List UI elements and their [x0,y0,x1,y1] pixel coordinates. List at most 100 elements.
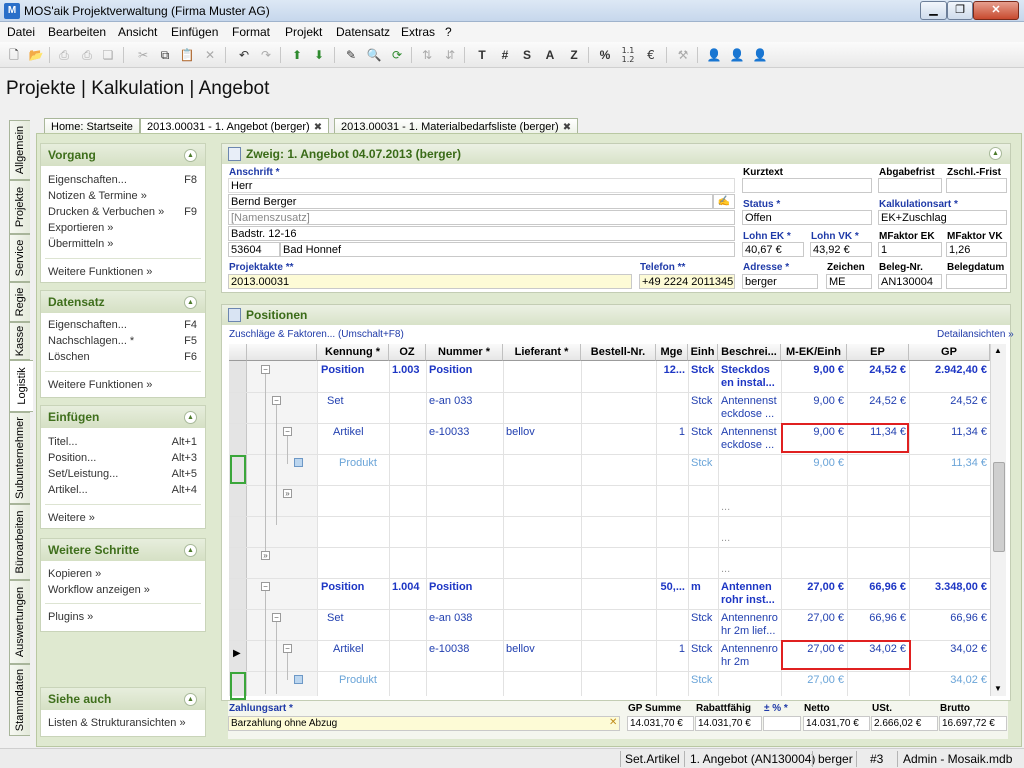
cell-einh[interactable]: m [688,581,718,593]
tree-collapse-icon[interactable]: − [272,396,281,405]
paste-icon[interactable]: 📋 [178,46,196,64]
cell-gp[interactable]: 2.942,40 € [909,364,990,376]
cell-lieferant[interactable]: bellov [503,426,581,438]
cell-gp[interactable]: 24,52 € [909,395,990,407]
collapse-icon[interactable]: ▲ [184,411,197,424]
cell-mek[interactable]: 27,00 € [781,674,847,686]
cell-beschreibung[interactable]: Antennen rohr inst... [718,581,781,607]
cell-mek[interactable]: 9,00 € [781,457,847,469]
menu-item[interactable]: Notizen & Termine » [48,190,197,202]
menu-item[interactable]: Nachschlagen... * F5 [48,335,197,347]
cell-ep[interactable]: 24,52 € [847,395,909,407]
tree-expand-icon[interactable]: » [283,489,292,498]
find-icon[interactable]: 🔍 [365,46,383,64]
plz-field[interactable]: 53604 [228,242,280,257]
vtab-projekte[interactable]: Projekte [9,180,30,234]
cell-einh[interactable]: Stck [688,395,718,407]
menu-item[interactable]: Titel... Alt+1 [48,436,197,448]
menu-item[interactable]: Löschen F6 [48,351,197,363]
cell-kennung[interactable]: Artikel [317,643,389,655]
number-button[interactable]: # [496,46,514,64]
cell-einh[interactable]: Stck [688,674,718,686]
gp-summe-field[interactable]: 14.031,70 € [627,716,694,731]
cell-beschreibung[interactable] [718,674,781,687]
vtab-auswertungen[interactable]: Auswertungen [9,580,30,664]
kalkulationsart-field[interactable]: EK+Zuschlag [878,210,1007,225]
scroll-up-icon[interactable]: ▲ [994,346,1002,355]
menu-extras[interactable]: Extras [401,25,435,39]
cell-mge[interactable]: 1 [656,643,688,655]
zahlungsart-field[interactable]: Barzahlung ohne Abzug [228,716,620,731]
projektakte-field[interactable]: 2013.00031 [228,274,632,289]
col-kennung[interactable]: Kennung * [317,344,389,361]
namenszusatz-field[interactable]: [Namenszusatz] [228,210,735,225]
cell-beschreibung[interactable]: Antennenro hr 2m [718,643,781,669]
cell-beschreibung[interactable]: Antennenro hr 2m lief... [718,612,781,638]
print-icon[interactable]: ⎙ [55,46,73,64]
menu-item[interactable]: Listen & Strukturansichten » [48,717,197,729]
col-bestellnr[interactable]: Bestell-Nr. [581,344,656,361]
more-link[interactable]: Weitere » [48,512,197,524]
cell-beschreibung[interactable]: ... [718,488,781,514]
menu-item[interactable]: Position... Alt+3 [48,452,197,464]
plugins-link[interactable]: Plugins » [48,611,197,623]
cell-beschreibung[interactable]: Antennenst eckdose ... [718,426,781,452]
menu-datensatz[interactable]: Datensatz [336,25,390,39]
cell-gp[interactable]: 66,96 € [909,612,990,624]
vtab-bueroarbeiten[interactable]: Büroarbeiten [9,504,30,580]
cell-gp[interactable]: 34,02 € [909,643,990,655]
collapse-icon[interactable]: ▲ [989,147,1002,160]
cell-kennung[interactable]: Position [317,364,389,376]
vtab-allgemein[interactable]: Allgemein [9,120,30,180]
menu-item[interactable]: Exportieren » [48,222,197,234]
move-down-icon[interactable]: ⬇ [310,46,328,64]
undo-icon[interactable]: ↶ [235,46,253,64]
text-button[interactable]: T [473,46,491,64]
copy-icon[interactable]: ⧉ [156,46,174,64]
collapse-icon[interactable]: ▲ [184,693,197,706]
strasse-field[interactable]: Badstr. 12-16 [228,226,735,241]
vtab-logistik[interactable]: Logistik [9,360,33,412]
status-field[interactable]: Offen [742,210,872,225]
sort-icon[interactable]: ⇅ [418,46,436,64]
col-nummer[interactable]: Nummer * [426,344,503,361]
menu-item[interactable]: Eigenschaften... F8 [48,174,197,186]
col-oz[interactable]: OZ [389,344,426,361]
menu-format[interactable]: Format [232,25,270,39]
maximize-button[interactable]: ❐ [947,1,973,20]
copy-document-icon[interactable]: ❏ [99,46,117,64]
rabattfaehig-field[interactable]: 14.031,70 € [695,716,762,731]
cell-einh[interactable]: Stck [688,364,718,376]
cell-nummer[interactable]: e-10033 [426,426,503,438]
col-einh[interactable]: Einh [688,344,718,361]
menu-item[interactable]: Artikel... Alt+4 [48,484,197,496]
cell-gp[interactable]: 3.348,00 € [909,581,990,593]
more-functions-link[interactable]: Weitere Funktionen » [48,379,197,391]
name-field[interactable]: Bernd Berger [228,194,713,209]
open-folder-icon[interactable]: 📂 [27,46,45,64]
cell-lieferant[interactable]: bellov [503,643,581,655]
cell-kennung[interactable]: Produkt [317,457,389,469]
cell-mge[interactable]: 1 [656,426,688,438]
sort-desc-icon[interactable]: ⇵ [441,46,459,64]
scroll-down-icon[interactable]: ▼ [994,684,1002,693]
clear-icon[interactable]: ✕ [609,717,617,728]
menu-einfuegen[interactable]: Einfügen [171,25,218,39]
collapse-icon[interactable]: ▲ [184,544,197,557]
z-button[interactable]: Z [565,46,583,64]
a-button[interactable]: A [541,46,559,64]
mfaktor-ek-field[interactable]: 1 [878,242,942,257]
vtab-stammdaten[interactable]: Stammdaten [9,664,30,736]
cell-gp[interactable]: 34,02 € [909,674,990,686]
cell-mek[interactable]: 27,00 € [781,612,847,624]
cell-ep[interactable]: 66,96 € [847,581,909,593]
menu-item[interactable]: Übermitteln » [48,238,197,250]
col-mge[interactable]: Mge [656,344,688,361]
vtab-kasse[interactable]: Kasse [9,322,30,360]
cell-kennung[interactable]: Position [317,581,389,593]
lohn-ek-field[interactable]: 40,67 € [742,242,804,257]
move-up-icon[interactable]: ⬆ [288,46,306,64]
percent-button[interactable]: % [596,46,614,64]
signature-icon[interactable]: ✍ [713,194,735,209]
cell-kennung[interactable]: Artikel [317,426,389,438]
